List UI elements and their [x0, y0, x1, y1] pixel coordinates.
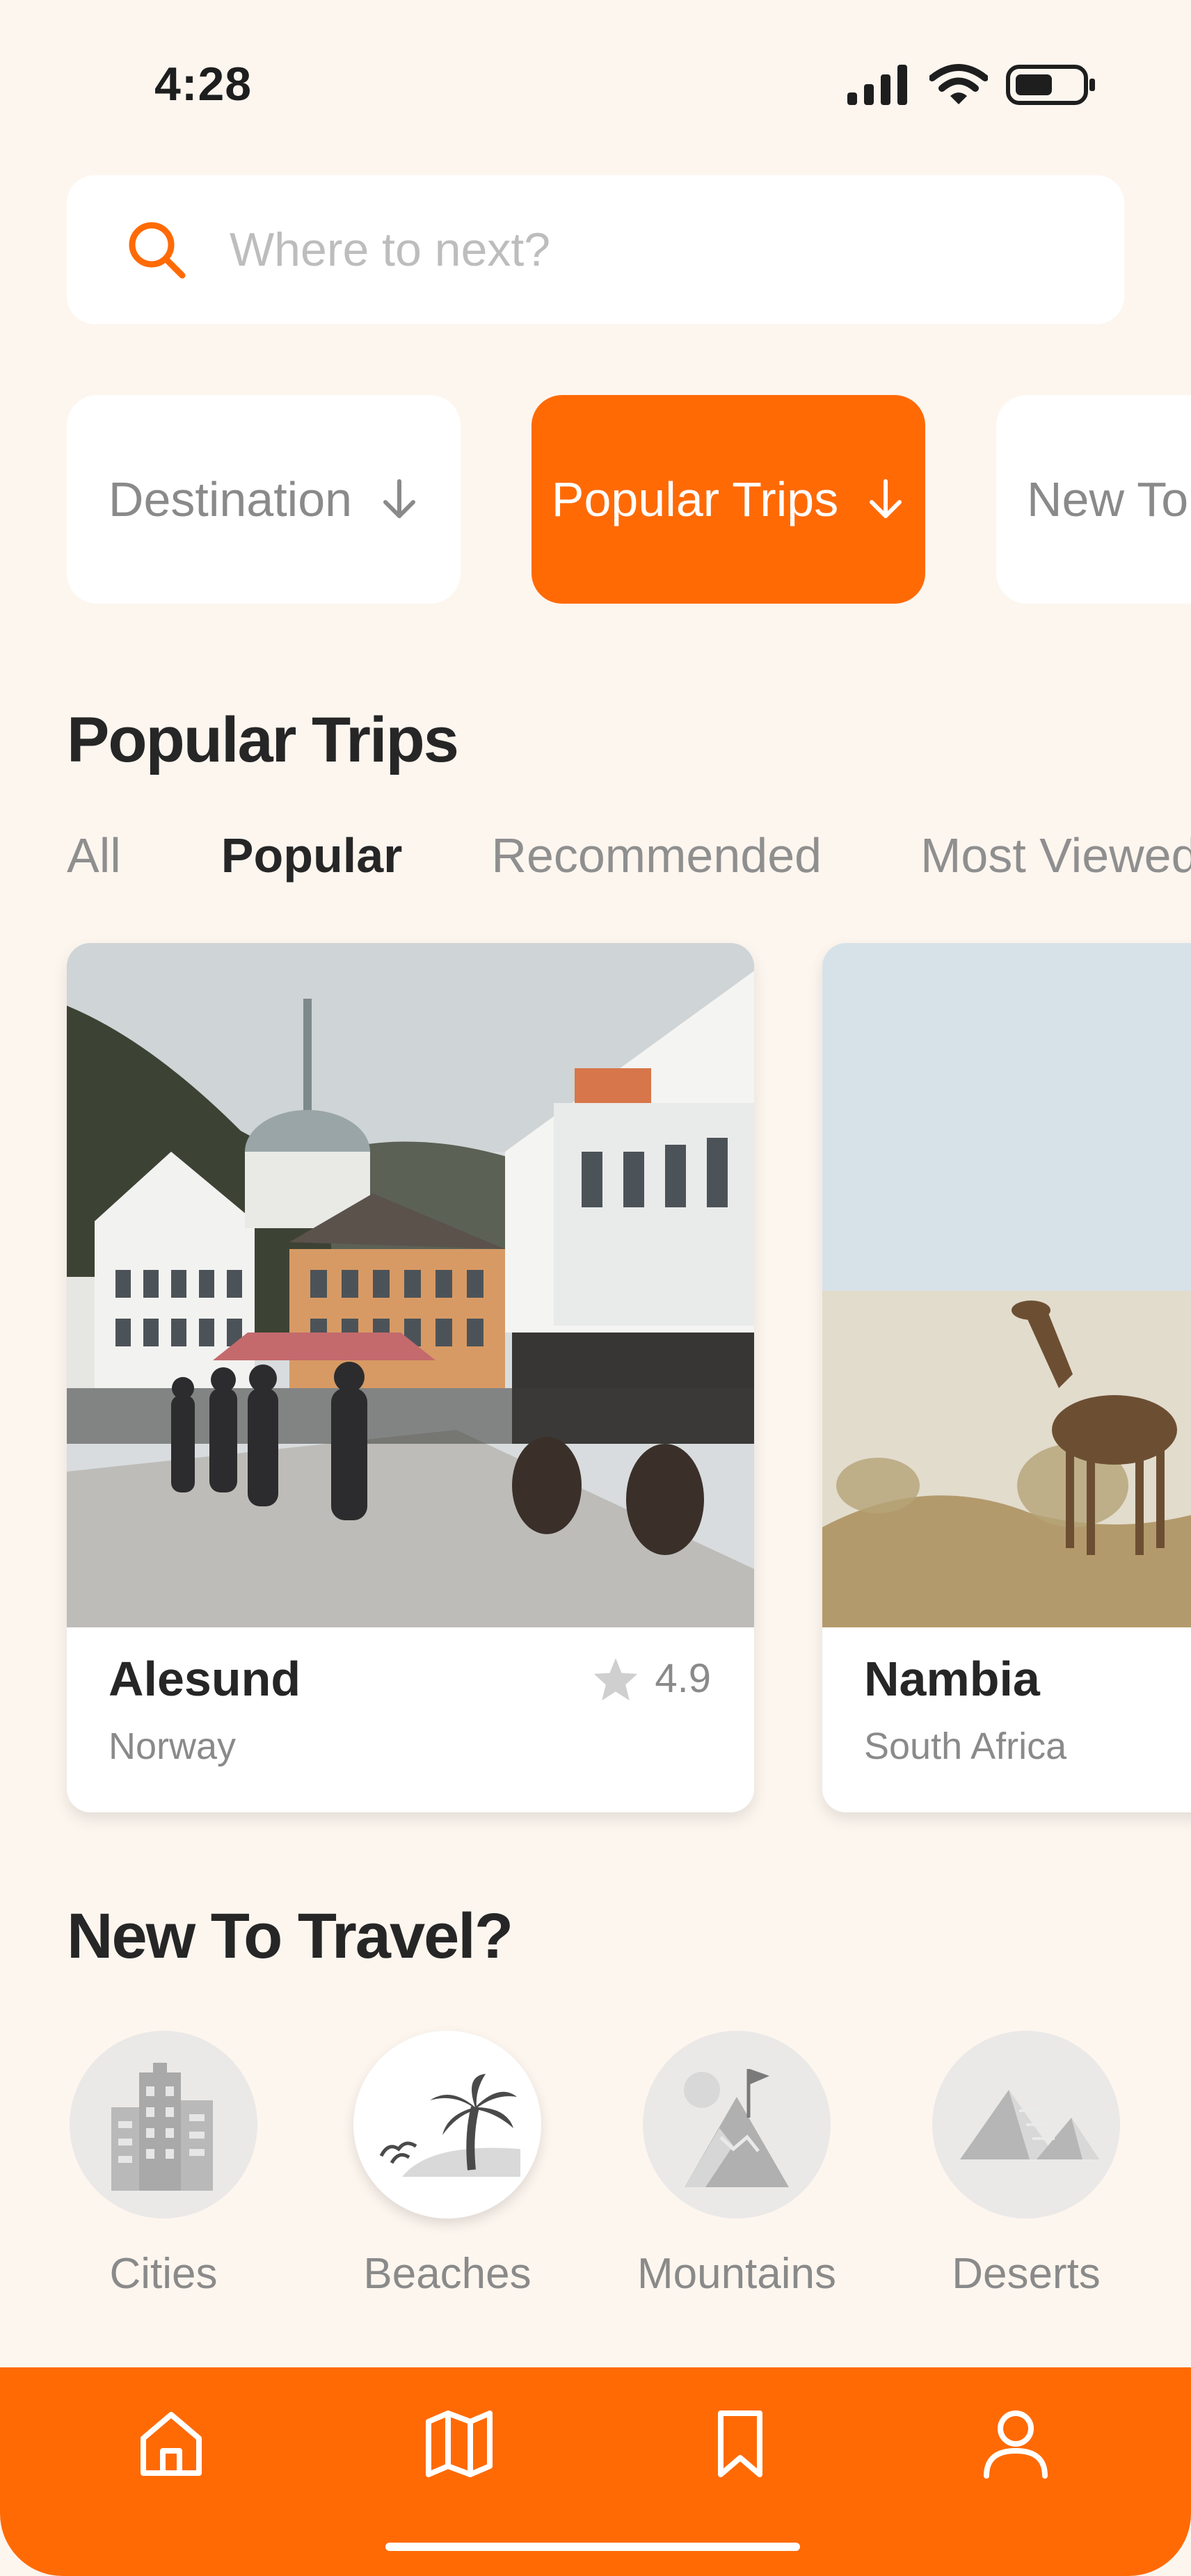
- new-to-travel-title: New To Travel?: [67, 1901, 513, 1972]
- pyramids-icon: [960, 2090, 1099, 2159]
- trip-tabs: All Popular Recommended Most Viewed: [67, 828, 1191, 883]
- tab-popular[interactable]: Popular: [221, 828, 403, 883]
- wifi-icon: [929, 64, 988, 104]
- home-indicator[interactable]: [385, 2543, 800, 2551]
- battery-icon: [1006, 65, 1095, 105]
- trip-photo-nambia: [822, 943, 1191, 1627]
- app-screen: 4:28 Where to next? Destination Popular …: [0, 0, 1191, 2576]
- tab-recommended[interactable]: Recommended: [491, 828, 822, 883]
- profile-icon: [984, 2410, 1048, 2479]
- bookmark-icon: [718, 2410, 762, 2477]
- category-label: Deserts: [952, 2250, 1101, 2298]
- category-deserts[interactable]: Deserts: [932, 2031, 1120, 2299]
- nav-bookmarks[interactable]: [698, 2402, 782, 2486]
- category-circle: [643, 2031, 831, 2219]
- mountain-flag-icon: [684, 2069, 789, 2187]
- category-circle: [70, 2031, 257, 2219]
- star-icon: [594, 1657, 638, 1700]
- category-cities[interactable]: Cities: [70, 2031, 257, 2299]
- trip-filter-chips: Destination Popular Trips New To: [67, 395, 1191, 604]
- search-placeholder: Where to next?: [230, 223, 551, 276]
- chip-new-to[interactable]: New To: [996, 395, 1191, 604]
- nav-profile[interactable]: [974, 2402, 1057, 2486]
- arrow-down-icon: [383, 479, 416, 518]
- tab-most-viewed[interactable]: Most Viewed: [920, 828, 1191, 883]
- signal-icon: [847, 65, 907, 105]
- category-mountains[interactable]: Mountains: [637, 2031, 836, 2299]
- trip-name: Alesund: [109, 1652, 301, 1706]
- trip-card-alesund[interactable]: Alesund Norway 4.9: [67, 943, 754, 1812]
- palm-tree-beach-icon: [379, 2074, 520, 2177]
- chip-label: Popular Trips: [551, 472, 839, 526]
- nav-map[interactable]: [417, 2402, 501, 2486]
- trip-photo-alesund: [67, 943, 754, 1627]
- search-icon: [129, 222, 186, 279]
- category-circle: [353, 2031, 541, 2219]
- chip-popular-trips[interactable]: Popular Trips: [531, 395, 925, 604]
- category-label: Mountains: [637, 2250, 837, 2298]
- trip-name: Nambia: [864, 1652, 1040, 1706]
- trip-card-nambia[interactable]: Nambia South Africa: [822, 943, 1191, 1812]
- category-label: Cities: [109, 2250, 218, 2298]
- chip-destination[interactable]: Destination: [67, 395, 461, 604]
- trip-rating: 4.9: [592, 1655, 711, 1702]
- nav-home[interactable]: [129, 2402, 213, 2486]
- status-icons: [847, 64, 1096, 106]
- chip-label: Destination: [108, 472, 353, 526]
- trip-country: Norway: [109, 1725, 237, 1767]
- map-icon: [426, 2410, 493, 2477]
- status-time: 4:28: [154, 58, 253, 111]
- category-beaches[interactable]: Beaches: [353, 2031, 541, 2299]
- arrow-down-icon: [870, 479, 902, 518]
- trip-country: South Africa: [864, 1725, 1067, 1767]
- category-label: Beaches: [363, 2250, 531, 2298]
- chip-label: New To: [1027, 472, 1189, 526]
- search-bar[interactable]: Where to next?: [67, 175, 1124, 324]
- rating-value: 4.9: [655, 1656, 711, 1701]
- popular-trips-title: Popular Trips: [67, 705, 459, 775]
- tab-all[interactable]: All: [67, 828, 121, 883]
- category-circle: [932, 2031, 1120, 2219]
- city-buildings-icon: [111, 2063, 213, 2191]
- home-icon: [141, 2412, 202, 2476]
